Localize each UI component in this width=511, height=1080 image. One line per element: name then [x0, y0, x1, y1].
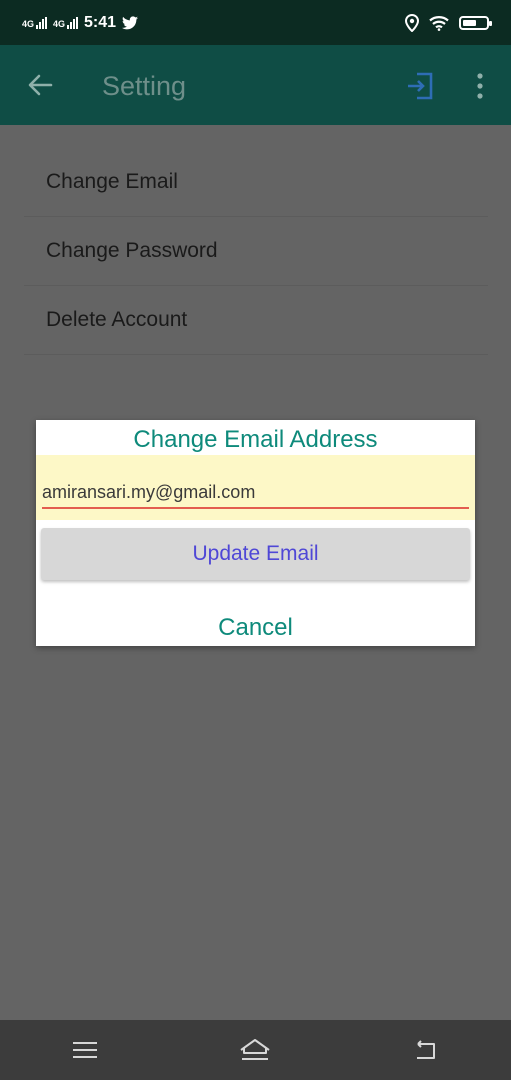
status-time: 5:41 [84, 13, 117, 31]
back-icon[interactable] [409, 1035, 443, 1065]
update-email-button[interactable]: Update Email [41, 528, 470, 580]
status-right [405, 13, 492, 32]
app-bar: Setting [0, 45, 511, 125]
network-indicator-2: 4G [53, 16, 79, 29]
twitter-icon [122, 15, 139, 29]
email-field[interactable] [42, 479, 469, 509]
menu-item-label: Delete Account [46, 308, 188, 331]
exit-icon[interactable] [406, 72, 434, 100]
battery-fill [463, 19, 477, 26]
settings-menu: Change Email Change Password Delete Acco… [24, 148, 488, 355]
dialog-title: Change Email Address [133, 426, 378, 453]
menu-icon[interactable] [68, 1035, 102, 1065]
battery-icon [459, 15, 492, 30]
menu-item-change-email[interactable]: Change Email [24, 148, 488, 217]
status-bar: 4G 4G 5:41 [0, 0, 511, 45]
home-icon[interactable] [238, 1035, 272, 1065]
menu-item-delete-account[interactable]: Delete Account [24, 286, 488, 355]
network-type-label-2: 4G [53, 18, 66, 29]
change-email-dialog: Change Email Address Update Email Cancel [36, 420, 475, 646]
system-nav-bar [0, 1020, 511, 1080]
signal-icon [67, 16, 79, 29]
signal-icon [36, 16, 48, 29]
menu-item-label: Change Password [46, 239, 218, 262]
more-vert-icon[interactable] [470, 71, 490, 101]
page-title: Setting [102, 71, 187, 101]
network-type-label-1: 4G [22, 18, 35, 29]
network-indicator-1: 4G [22, 16, 48, 29]
email-field-container [36, 455, 475, 520]
menu-item-label: Change Email [46, 170, 178, 193]
menu-item-change-password[interactable]: Change Password [24, 217, 488, 286]
cancel-button[interactable]: Cancel [36, 610, 475, 646]
back-arrow-icon[interactable] [27, 72, 53, 98]
status-left: 4G 4G 5:41 [22, 13, 139, 32]
location-icon [405, 13, 419, 32]
wifi-icon [429, 15, 449, 31]
